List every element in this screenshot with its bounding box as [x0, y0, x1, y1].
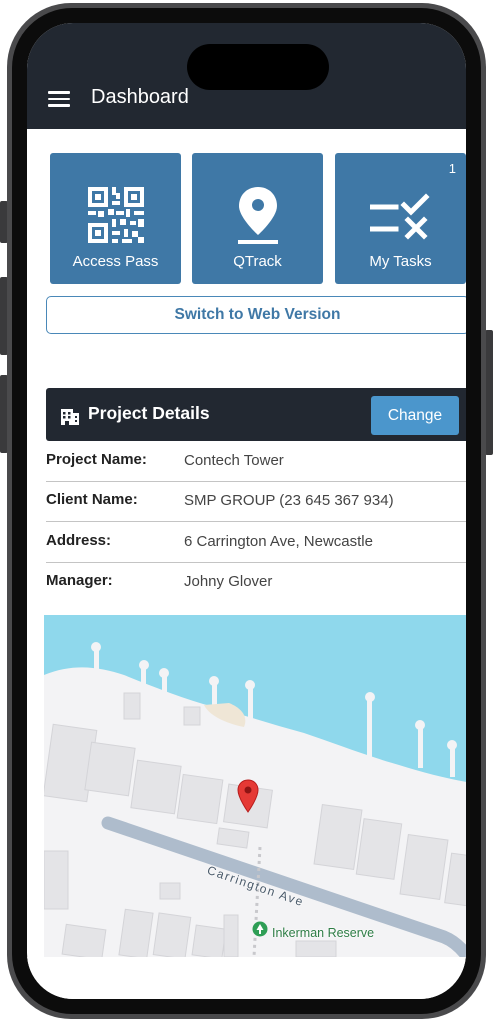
- client-name-label: Client Name:: [46, 491, 138, 508]
- tasks-count-badge: 1: [448, 161, 456, 176]
- qtrack-label: QTrack: [233, 253, 282, 270]
- divider: [46, 520, 466, 522]
- tasks-checklist-icon: [369, 193, 430, 240]
- project-name-label: Project Name:: [46, 451, 147, 468]
- phone-frame: Dashboard Access Pass QTrack 1 My Tasks …: [7, 3, 486, 1019]
- manager-value: Johny Glover: [184, 573, 273, 590]
- manager-row: Manager: Johny Glover: [46, 563, 466, 603]
- map-marker-icon[interactable]: [236, 779, 260, 813]
- qr-code-icon: [87, 187, 144, 243]
- poi-label: Inkerman Reserve: [272, 926, 375, 940]
- project-name-row: Project Name: Contech Tower: [46, 442, 466, 482]
- project-details-header: Project Details Change: [46, 388, 466, 441]
- my-tasks-tile[interactable]: 1 My Tasks: [335, 153, 466, 284]
- switch-to-web-version-button[interactable]: Switch to Web Version: [46, 296, 466, 334]
- dynamic-island: [187, 44, 329, 90]
- location-pin-icon: [237, 187, 278, 244]
- project-location-map[interactable]: Carrington Ave Inkerman Reserve: [44, 615, 466, 957]
- phone-bezel: Dashboard Access Pass QTrack 1 My Tasks …: [12, 8, 481, 1014]
- address-label: Address:: [46, 532, 112, 549]
- address-value: 6 Carrington Ave, Newcastle: [184, 533, 373, 550]
- access-pass-tile[interactable]: Access Pass: [50, 153, 181, 284]
- change-project-button[interactable]: Change: [371, 396, 459, 435]
- access-pass-label: Access Pass: [72, 253, 159, 270]
- building-icon: [61, 409, 79, 425]
- park-poi-icon: [252, 921, 268, 937]
- hamburger-menu-icon[interactable]: [48, 91, 70, 107]
- my-tasks-label: My Tasks: [369, 253, 432, 270]
- client-name-row: Client Name: SMP GROUP (23 645 367 934): [46, 482, 466, 522]
- side-button-power: [485, 330, 493, 455]
- client-name-value: SMP GROUP (23 645 367 934): [184, 492, 394, 509]
- project-name-value: Contech Tower: [184, 452, 284, 469]
- bottom-safe-area: [27, 957, 466, 999]
- app-screen: Dashboard Access Pass QTrack 1 My Tasks …: [27, 23, 466, 999]
- manager-label: Manager:: [46, 572, 113, 589]
- project-details-title: Project Details: [88, 403, 210, 423]
- page-title: Dashboard: [91, 86, 189, 108]
- qtrack-tile[interactable]: QTrack: [192, 153, 323, 284]
- address-row: Address: 6 Carrington Ave, Newcastle: [46, 523, 466, 563]
